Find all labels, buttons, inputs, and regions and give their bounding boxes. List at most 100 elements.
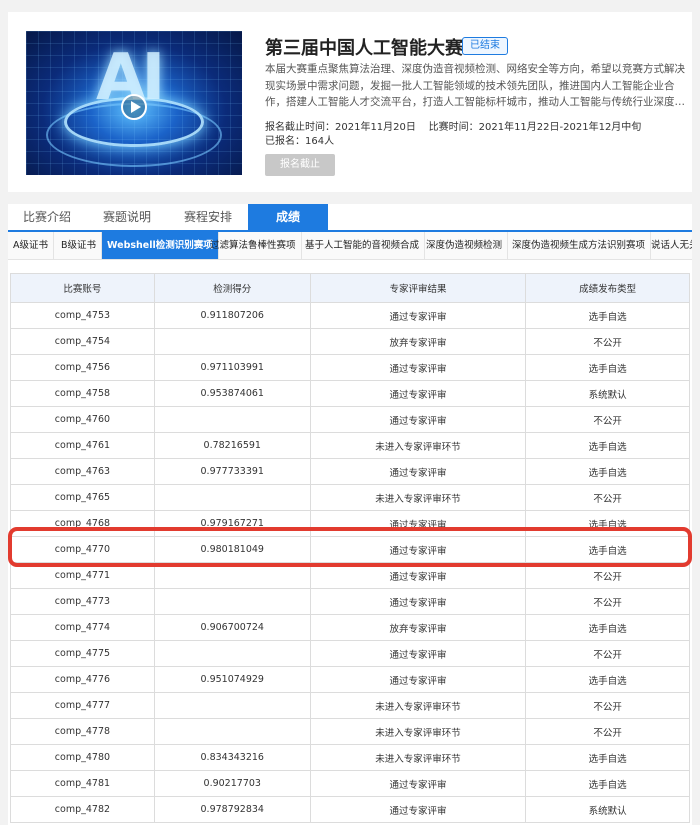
tab-results[interactable]: 成绩	[248, 204, 328, 232]
cell-account: comp_4775	[10, 640, 155, 667]
cell-score	[153, 718, 311, 745]
cell-account: comp_4778	[10, 718, 155, 745]
col-account: 比赛账号	[10, 273, 155, 303]
cell-publish-type: 系统默认	[525, 796, 690, 823]
period-label: 比赛时间：	[428, 122, 479, 133]
subtab-speaker[interactable]: 说话人无关	[646, 232, 692, 259]
cell-review: 通过专家评审	[309, 536, 527, 563]
cell-account: comp_4763	[10, 458, 155, 485]
cell-review: 通过专家评审	[309, 380, 527, 407]
table-row: comp_4771 通过专家评审 不公开	[10, 562, 690, 589]
table-row: comp_4781 0.90217703 通过专家评审 选手自选	[10, 770, 690, 797]
cell-score: 0.980181049	[153, 536, 311, 563]
cell-publish-type: 不公开	[525, 328, 690, 355]
cell-review: 通过专家评审	[309, 302, 527, 329]
cell-review: 通过专家评审	[309, 770, 527, 797]
subtab-filter-robustness[interactable]: 过滤算法鲁棒性赛项	[205, 232, 302, 259]
cell-review: 通过专家评审	[309, 640, 527, 667]
cell-review: 未进入专家评审环节	[309, 432, 527, 459]
cell-account: comp_4756	[10, 354, 155, 381]
cell-score	[153, 692, 311, 719]
registered-count: 已报名：164人	[265, 132, 334, 147]
cell-score	[153, 484, 311, 511]
cell-publish-type: 选手自选	[525, 302, 690, 329]
cell-account: comp_4781	[10, 770, 155, 797]
period-value: 2021年11月22日-2021年12月中旬	[478, 122, 642, 133]
cell-review: 放弃专家评审	[309, 614, 527, 641]
cell-publish-type: 选手自选	[525, 614, 690, 641]
cell-review: 通过专家评审	[309, 562, 527, 589]
cell-publish-type: 选手自选	[525, 770, 690, 797]
competition-title: 第三届中国人工智能大赛	[265, 38, 463, 59]
table-row: comp_4756 0.971103991 通过专家评审 选手自选	[10, 354, 690, 381]
cell-score	[153, 406, 311, 433]
cell-account: comp_4753	[10, 302, 155, 329]
tab-intro[interactable]: 比赛介绍	[8, 204, 86, 232]
cell-review: 未进入专家评审环节	[309, 692, 527, 719]
cell-account: comp_4782	[10, 796, 155, 823]
table-row: comp_4778 未进入专家评审环节 不公开	[10, 718, 690, 745]
tab-problem[interactable]: 赛题说明	[86, 204, 168, 232]
subtab-deepfake-method[interactable]: 深度伪造视频生成方法识别赛项	[507, 232, 652, 259]
cell-account: comp_4777	[10, 692, 155, 719]
cell-review: 通过专家评审	[309, 796, 527, 823]
subtab-a-cert[interactable]: A级证书	[8, 232, 54, 259]
subtab-av-synthesis[interactable]: 基于人工智能的音视频合成	[300, 232, 426, 259]
competition-dates: 报名截止时间：2021年11月20日 比赛时间：2021年11月22日-2021…	[265, 118, 641, 133]
cell-account: comp_4773	[10, 588, 155, 615]
competition-cover-video[interactable]: AI	[26, 31, 242, 175]
deadline-value: 2021年11月20日	[335, 122, 416, 133]
cell-score: 0.78216591	[153, 432, 311, 459]
table-row: comp_4765 未进入专家评审环节 不公开	[10, 484, 690, 511]
cell-publish-type: 选手自选	[525, 744, 690, 771]
play-icon[interactable]	[121, 94, 147, 120]
table-row: comp_4760 通过专家评审 不公开	[10, 406, 690, 433]
cell-score: 0.906700724	[153, 614, 311, 641]
table-row: comp_4768 0.979167271 通过专家评审 选手自选	[10, 510, 690, 537]
cell-account: comp_4776	[10, 666, 155, 693]
cell-publish-type: 不公开	[525, 718, 690, 745]
cell-publish-type: 不公开	[525, 406, 690, 433]
subtab-b-cert[interactable]: B级证书	[56, 232, 103, 259]
competition-header: AI 第三届中国人工智能大赛 已结束 本届大赛重点聚焦算法治理、深度伪造音视频检…	[8, 12, 692, 192]
cell-publish-type: 不公开	[525, 640, 690, 667]
cell-publish-type: 不公开	[525, 588, 690, 615]
cell-account: comp_4754	[10, 328, 155, 355]
table-row: comp_4780 0.834343216 未进入专家评审环节 选手自选	[10, 744, 690, 771]
cell-account: comp_4768	[10, 510, 155, 537]
table-row: comp_4776 0.951074929 通过专家评审 选手自选	[10, 666, 690, 693]
subtab-webshell[interactable]: Webshell检测识别赛项	[102, 232, 219, 259]
cell-publish-type: 选手自选	[525, 666, 690, 693]
cell-review: 未进入专家评审环节	[309, 718, 527, 745]
registered-label: 已报名：	[265, 136, 305, 147]
cell-account: comp_4765	[10, 484, 155, 511]
cell-score: 0.977733391	[153, 458, 311, 485]
cell-publish-type: 系统默认	[525, 380, 690, 407]
cell-score	[153, 562, 311, 589]
registered-value: 164人	[305, 136, 335, 147]
table-row: comp_4758 0.953874061 通过专家评审 系统默认	[10, 380, 690, 407]
cell-account: comp_4758	[10, 380, 155, 407]
cell-publish-type: 不公开	[525, 562, 690, 589]
table-row: comp_4777 未进入专家评审环节 不公开	[10, 692, 690, 719]
cell-review: 通过专家评审	[309, 458, 527, 485]
cell-score	[153, 588, 311, 615]
tab-schedule[interactable]: 赛程安排	[168, 204, 248, 232]
cell-review: 通过专家评审	[309, 406, 527, 433]
results-section: 比赛介绍 赛题说明 赛程安排 成绩 A级证书 B级证书 Webshell检测识别…	[8, 204, 692, 825]
cell-publish-type: 选手自选	[525, 510, 690, 537]
status-badge: 已结束	[462, 37, 508, 55]
table-row: comp_4774 0.906700724 放弃专家评审 选手自选	[10, 614, 690, 641]
subtab-deepfake-detection[interactable]: 深度伪造视频检测	[421, 232, 509, 259]
cell-publish-type: 选手自选	[525, 354, 690, 381]
cell-publish-type: 选手自选	[525, 458, 690, 485]
cell-account: comp_4761	[10, 432, 155, 459]
col-score: 检测得分	[153, 273, 311, 303]
sub-tab-bar: A级证书 B级证书 Webshell检测识别赛项 过滤算法鲁棒性赛项 基于人工智…	[8, 232, 692, 260]
table-row: comp_4782 0.978792834 通过专家评审 系统默认	[10, 796, 690, 823]
cell-score: 0.971103991	[153, 354, 311, 381]
cell-review: 未进入专家评审环节	[309, 744, 527, 771]
cell-review: 未进入专家评审环节	[309, 484, 527, 511]
cell-account: comp_4774	[10, 614, 155, 641]
register-button[interactable]: 报名截止	[265, 154, 335, 176]
